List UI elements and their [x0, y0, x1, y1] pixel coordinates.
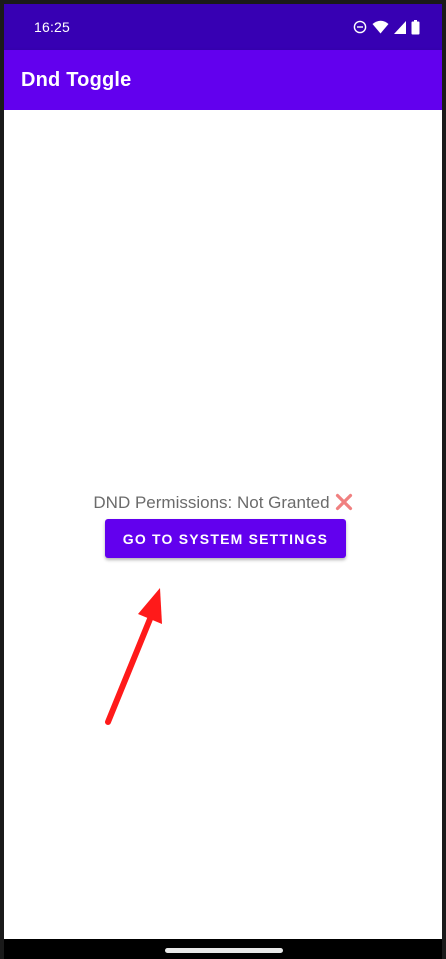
home-handle[interactable]	[165, 948, 283, 953]
cross-mark-icon	[335, 493, 353, 516]
app-title: Dnd Toggle	[21, 69, 132, 91]
phone-screen: 16:25 Dnd Toggle DND Permissions: Not Gr…	[4, 4, 442, 959]
battery-icon	[411, 19, 420, 35]
status-time: 16:25	[34, 19, 71, 35]
status-icons	[353, 18, 420, 36]
main-content: DND Permissions: Not Granted GO TO SYSTE…	[4, 110, 442, 939]
permission-status-text: DND Permissions: Not Granted	[93, 493, 330, 512]
permission-status: DND Permissions: Not Granted	[4, 493, 442, 516]
go-to-system-settings-button[interactable]: GO TO SYSTEM SETTINGS	[105, 519, 346, 558]
app-bar: Dnd Toggle	[4, 50, 442, 110]
do-not-disturb-icon	[353, 20, 367, 34]
wifi-icon	[372, 20, 389, 34]
status-bar: 16:25	[4, 4, 442, 50]
navigation-bar	[4, 939, 442, 959]
signal-icon	[394, 20, 406, 34]
